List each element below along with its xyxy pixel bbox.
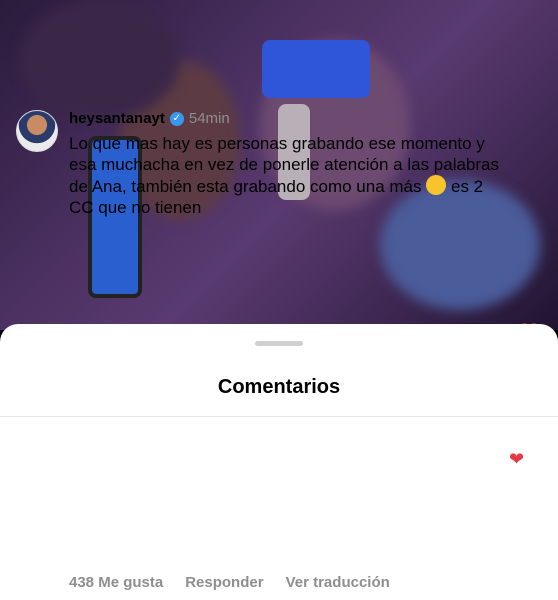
verified-badge-icon: ✓	[169, 111, 184, 126]
comment-text: Lo que mas hay es personas grabando ese …	[69, 133, 509, 218]
sheet-title: Comentarios	[217, 376, 341, 398]
reply-button[interactable]: Responder	[185, 574, 263, 591]
translate-button[interactable]: Ver traducción	[286, 574, 390, 591]
comment: heysantanayt ✓ 54min Lo que mas hay es p…	[69, 110, 509, 218]
comment-actions: 438 Me gusta Responder Ver traducción	[69, 574, 390, 591]
avatar[interactable]	[16, 110, 58, 152]
comment-username[interactable]: heysantanayt	[69, 110, 165, 127]
divider	[0, 416, 558, 417]
comments-sheet: Comentarios	[0, 324, 558, 600]
like-heart-icon[interactable]: ❤	[509, 449, 524, 470]
likes-count[interactable]: 438 Me gusta	[69, 574, 163, 591]
comment-time: 54min	[188, 110, 230, 127]
emoji-icon	[426, 175, 447, 195]
sheet-grabber[interactable]	[255, 341, 303, 346]
